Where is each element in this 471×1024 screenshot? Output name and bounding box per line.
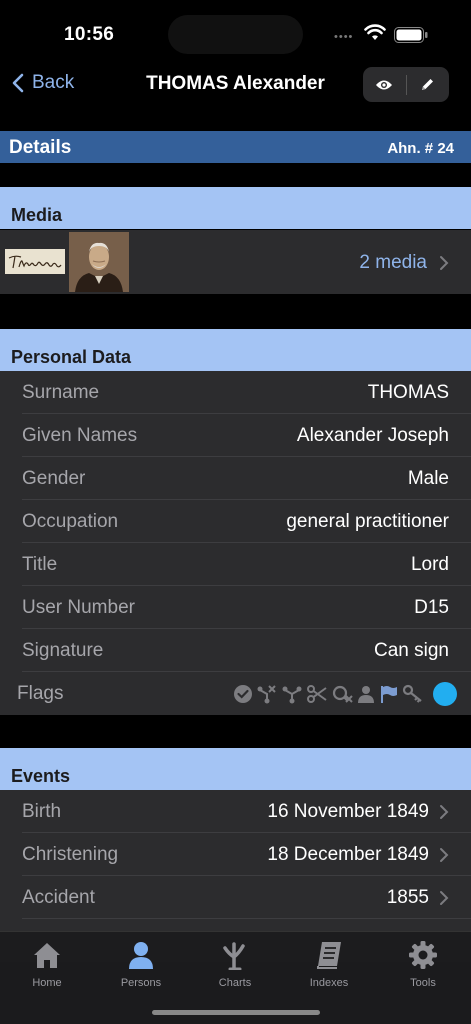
personal-data-section-header: Personal Data (0, 329, 471, 371)
details-title: Details (9, 137, 72, 158)
tab-home-label: Home (32, 977, 62, 989)
key-icon (402, 684, 422, 703)
gear-icon (409, 941, 437, 969)
user-number-label: User Number (22, 597, 135, 618)
tab-indexes-label: Indexes (309, 977, 349, 989)
given-names-value: Alexander Joseph (296, 425, 449, 446)
portrait-thumbnail[interactable] (69, 232, 129, 292)
branch-cross-icon (257, 685, 276, 704)
chevron-right-icon (440, 256, 449, 270)
nav-actions-group (363, 67, 449, 102)
flags-row: Flags (0, 672, 471, 715)
tab-persons[interactable]: Persons (106, 940, 176, 989)
event-label: Christening (22, 844, 119, 865)
tab-indexes[interactable]: Indexes (294, 940, 364, 989)
events-section-header: Events (0, 748, 471, 790)
title-value: Lord (410, 554, 449, 575)
home-indicator (152, 1010, 320, 1015)
chevron-right-icon (440, 848, 449, 862)
event-label: Accident (22, 887, 95, 908)
tab-persons-label: Persons (120, 977, 162, 989)
occupation-value: general practitioner (286, 511, 449, 532)
signature-thumbnail[interactable] (5, 249, 65, 274)
tree-icon (223, 942, 245, 971)
event-row-birth[interactable]: Birth 16 November 1849 (0, 790, 471, 833)
tab-tools-label: Tools (410, 977, 436, 989)
edit-button[interactable] (407, 77, 450, 92)
tab-tools[interactable]: Tools (388, 940, 458, 989)
flags-icon-group (233, 682, 457, 706)
flag-icon (381, 686, 397, 703)
occupation-label: Occupation (22, 511, 119, 532)
status-time: 10:56 (64, 24, 115, 45)
view-button[interactable] (363, 79, 406, 91)
chevron-right-icon (440, 805, 449, 819)
scissors-icon (307, 685, 327, 703)
wifi-icon (364, 24, 386, 40)
event-label: Birth (22, 801, 62, 822)
signature-value: Can sign (374, 640, 449, 661)
person-icon (358, 686, 374, 703)
personal-data-header-label: Personal Data (11, 347, 132, 367)
surname-label: Surname (22, 382, 100, 403)
chevron-right-icon (440, 891, 449, 905)
occupation-row: Occupation general practitioner (0, 500, 471, 543)
media-section-header: Media (0, 187, 471, 229)
check-circle-icon (234, 685, 252, 703)
media-header-label: Media (11, 205, 63, 225)
gender-row: Gender Male (0, 457, 471, 500)
signal-icon: •••• (334, 31, 354, 43)
given-names-label: Given Names (22, 425, 138, 446)
ahnentafel-number: Ahn. # 24 (387, 140, 454, 157)
event-value: 16 November 1849 (267, 801, 429, 822)
event-value: 18 December 1849 (267, 844, 429, 865)
gender-label: Gender (22, 468, 86, 489)
event-row-accident[interactable]: Accident 1855 (0, 876, 471, 919)
gender-value: Male (407, 468, 449, 489)
details-header: Details Ahn. # 24 (0, 131, 471, 163)
search-cross-icon (332, 685, 353, 703)
navigation-bar: Back THOMAS Alexander (0, 62, 471, 108)
events-header-label: Events (11, 766, 71, 786)
surname-row: Surname THOMAS (0, 371, 471, 414)
user-number-row: User Number D15 (0, 586, 471, 629)
branch-icon (282, 686, 302, 704)
eye-icon (376, 80, 393, 89)
event-value: 1855 (386, 887, 429, 908)
signature-label: Signature (22, 640, 104, 661)
title-label: Title (22, 554, 58, 575)
house-icon (34, 943, 60, 968)
flags-label: Flags (17, 683, 64, 704)
person-icon (129, 942, 153, 969)
given-names-row: Given Names Alexander Joseph (0, 414, 471, 457)
blue-circle-flag (433, 682, 457, 706)
dynamic-island (168, 15, 303, 54)
signature-row: Signature Can sign (0, 629, 471, 672)
status-bar: 10:56 •••• (0, 0, 471, 62)
tab-charts-label: Charts (218, 977, 252, 989)
battery-icon (394, 27, 428, 43)
pencil-icon (422, 79, 434, 90)
title-row: Title Lord (0, 543, 471, 586)
tab-home[interactable]: Home (12, 940, 82, 989)
user-number-value: D15 (414, 597, 449, 618)
surname-value: THOMAS (367, 382, 449, 403)
event-row-christening[interactable]: Christening 18 December 1849 (0, 833, 471, 876)
media-count: 2 media (359, 252, 427, 273)
book-icon (317, 942, 341, 969)
tab-charts[interactable]: Charts (200, 940, 270, 989)
